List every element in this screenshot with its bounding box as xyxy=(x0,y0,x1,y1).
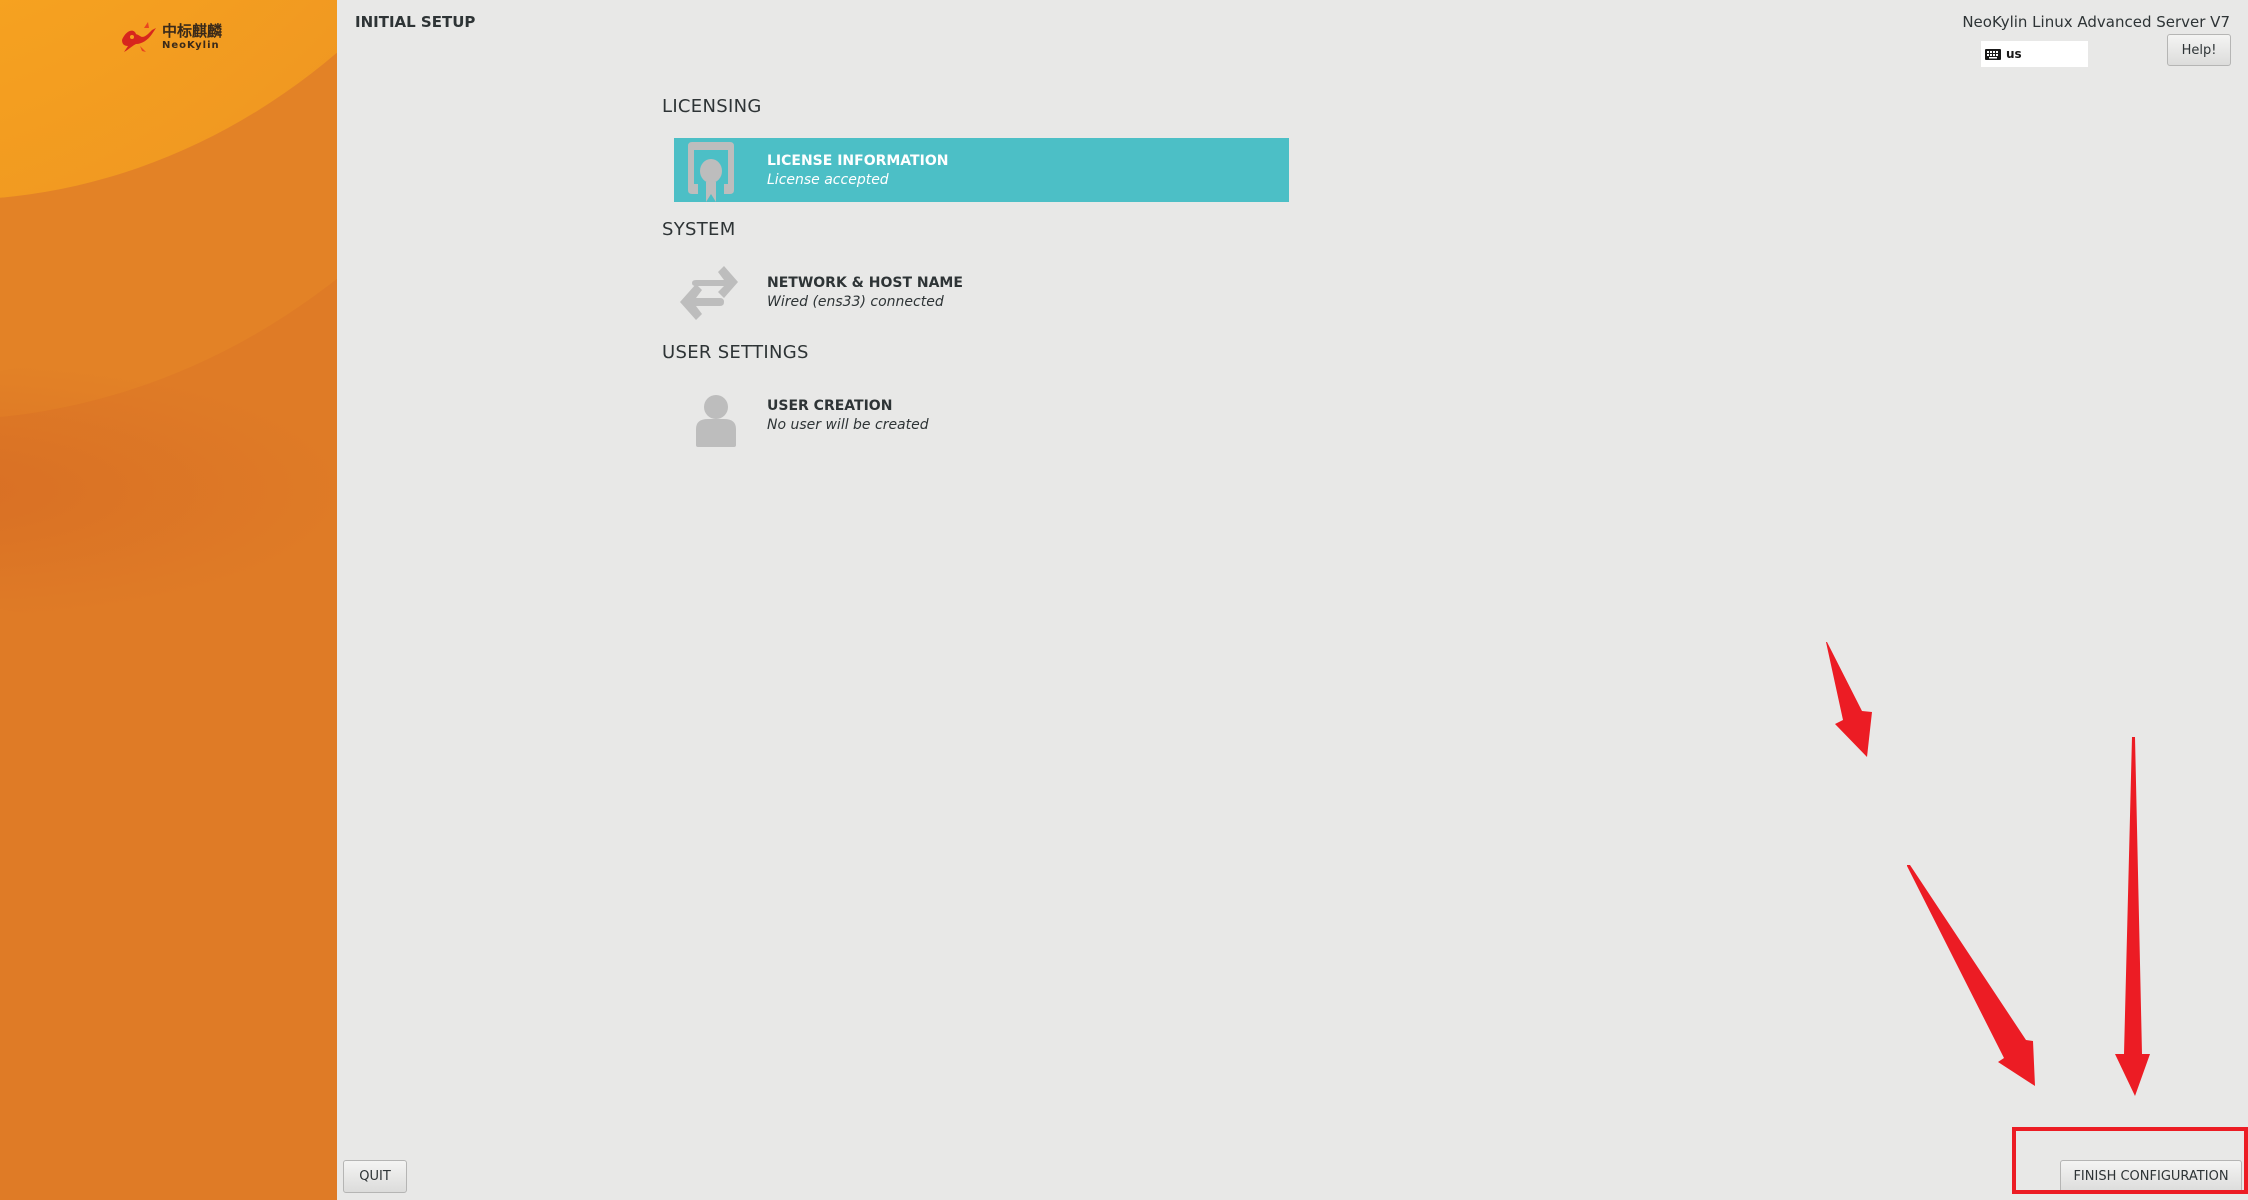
spoke-network-host-name[interactable]: NETWORK & HOST NAME Wired (ens33) connec… xyxy=(674,260,1289,324)
branding-sidebar: 中标麒麟 NeoKylin xyxy=(0,0,337,1200)
keyboard-layout-label: us xyxy=(2006,47,2022,61)
kylin-dragon-logo-icon xyxy=(122,22,156,52)
user-icon xyxy=(674,383,742,447)
neokylin-logo: 中标麒麟 NeoKylin xyxy=(118,20,222,54)
logo-english-text: NeoKylin xyxy=(162,39,220,51)
spoke-status: License accepted xyxy=(767,171,889,188)
spoke-user-creation[interactable]: USER CREATION No user will be created xyxy=(674,383,1289,447)
product-name: NeoKylin Linux Advanced Server V7 xyxy=(1962,13,2230,31)
spoke-status: No user will be created xyxy=(767,416,929,433)
sidebar-decoration xyxy=(0,360,337,620)
section-title-licensing: LICENSING xyxy=(662,96,762,117)
spoke-name: USER CREATION xyxy=(767,397,893,414)
help-button[interactable]: Help! xyxy=(2167,34,2231,66)
license-icon xyxy=(674,138,742,202)
finish-configuration-button[interactable]: FINISH CONFIGURATION xyxy=(2060,1160,2242,1193)
keyboard-icon xyxy=(1985,48,2001,60)
page-title: INITIAL SETUP xyxy=(355,13,476,31)
spoke-license-information[interactable]: LICENSE INFORMATION License accepted xyxy=(674,138,1289,202)
annotation-arrow-icon xyxy=(2115,737,2150,1096)
logo-chinese-text: 中标麒麟 xyxy=(162,21,223,40)
spoke-name: NETWORK & HOST NAME xyxy=(767,274,963,291)
annotation-arrow-icon xyxy=(1826,642,1872,757)
spoke-name: LICENSE INFORMATION xyxy=(767,152,949,169)
section-title-system: SYSTEM xyxy=(662,219,736,240)
quit-button[interactable]: QUIT xyxy=(343,1160,407,1193)
spoke-status: Wired (ens33) connected xyxy=(767,293,944,310)
annotation-arrow-icon xyxy=(1907,865,2035,1086)
network-arrows-icon xyxy=(674,260,742,324)
keyboard-layout-indicator[interactable]: us xyxy=(1981,41,2088,67)
section-title-user-settings: USER SETTINGS xyxy=(662,342,809,363)
